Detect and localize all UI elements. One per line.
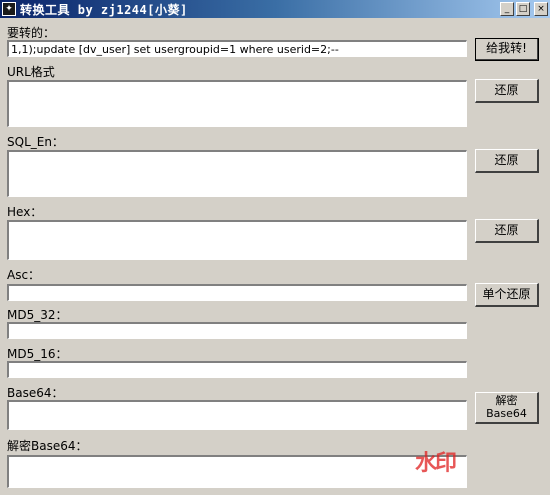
close-button[interactable]: ×: [534, 2, 548, 16]
decode-base64-field[interactable]: [7, 455, 467, 488]
md5-32-field[interactable]: [7, 322, 467, 339]
url-label: URL格式: [7, 65, 55, 79]
md5-32-label: MD5_32：: [7, 308, 68, 322]
restore-single-button[interactable]: 单个还原: [475, 283, 539, 307]
asc-label: Asc：: [7, 268, 41, 282]
md5-16-field[interactable]: [7, 361, 467, 378]
watermark: 水印: [415, 451, 457, 476]
convert-button[interactable]: 给我转!: [475, 38, 539, 61]
restore-hex-button[interactable]: 还原: [475, 219, 539, 243]
decrypt-button-line2: Base64: [486, 406, 527, 420]
input-label: 要转的：: [7, 26, 56, 40]
app-window: ✦ 转换工具 by zj1244[小葵] _ □ × 要转的： 1,1);upd…: [0, 0, 550, 495]
hex-field[interactable]: [7, 220, 467, 260]
sql-en-field[interactable]: [7, 150, 467, 197]
restore-url-button[interactable]: 还原: [475, 79, 539, 103]
title-bar[interactable]: ✦ 转换工具 by zj1244[小葵] _ □ ×: [0, 0, 550, 18]
decrypt-button-line1: 解密: [495, 393, 518, 407]
base64-field[interactable]: [7, 400, 467, 430]
hex-label: Hex：: [7, 205, 43, 219]
restore-sql-button[interactable]: 还原: [475, 149, 539, 173]
sql-en-label: SQL_En：: [7, 135, 64, 149]
app-icon[interactable]: ✦: [2, 2, 16, 16]
base64-label: Base64：: [7, 386, 64, 400]
asc-field[interactable]: [7, 284, 467, 301]
title-buttons: _ □ ×: [500, 2, 548, 16]
minimize-button[interactable]: _: [500, 2, 514, 16]
decode-base64-label: 解密Base64：: [7, 439, 88, 453]
url-field[interactable]: [7, 80, 467, 127]
input-field[interactable]: 1,1);update [dv_user] set usergroupid=1 …: [7, 40, 467, 57]
decrypt-base64-button[interactable]: 解密 Base64: [475, 392, 539, 424]
md5-16-label: MD5_16：: [7, 347, 68, 361]
maximize-button[interactable]: □: [516, 2, 530, 16]
window-title: 转换工具 by zj1244[小葵]: [20, 2, 188, 17]
